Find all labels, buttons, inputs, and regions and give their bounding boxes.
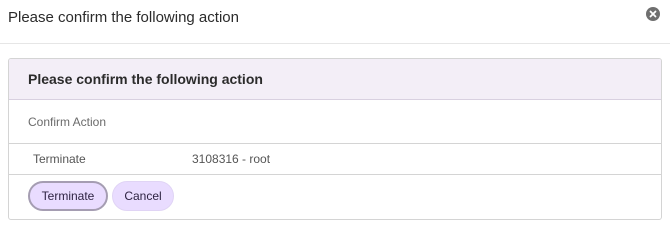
panel-header: Please confirm the following action: [9, 59, 661, 100]
panel-heading: Please confirm the following action: [28, 71, 263, 87]
confirm-action-label: Confirm Action: [28, 115, 107, 129]
close-icon[interactable]: [646, 7, 660, 21]
dialog-title: Please confirm the following action: [8, 9, 239, 26]
table-row: Terminate 3108316 - root: [9, 143, 661, 175]
terminate-button[interactable]: Terminate: [28, 181, 108, 211]
target-value: 3108316 - root: [192, 152, 271, 166]
action-name: Terminate: [33, 152, 86, 166]
dialog-header: Please confirm the following action: [0, 0, 670, 44]
confirm-panel: Please confirm the following action Conf…: [8, 58, 662, 220]
cancel-button[interactable]: Cancel: [112, 181, 174, 211]
